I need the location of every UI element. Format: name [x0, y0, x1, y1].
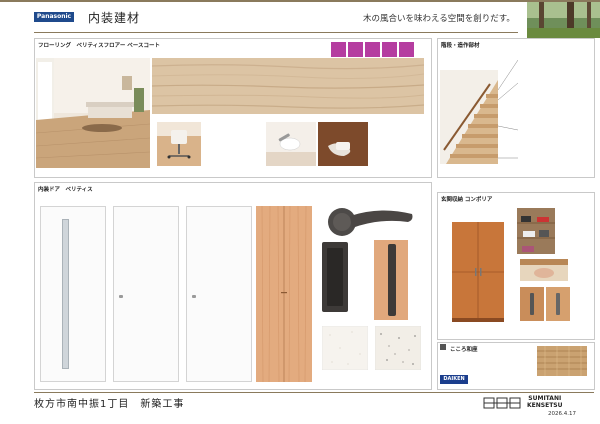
- feature-badge: [331, 42, 346, 57]
- door-plain-pa: [113, 206, 179, 382]
- bar-pull-handle: [374, 240, 408, 320]
- storage-title: 玄関収納 コンポリア: [441, 197, 493, 203]
- flooring-wood-sample: [152, 58, 424, 114]
- panasonic-logo: Panasonic: [34, 12, 74, 22]
- company-name-line2: KENSETSU: [527, 401, 563, 409]
- cabinet-handle-sample: [520, 287, 544, 321]
- tatami-square-icon: [440, 344, 446, 350]
- shoes-interior-photo: [517, 208, 555, 254]
- stairs-callout-lines: [498, 59, 518, 159]
- document-date: 2026.4.17: [548, 411, 576, 417]
- header-bar: [0, 0, 600, 2]
- project-title: 枚方市南中振1丁目 新築工事: [34, 399, 185, 410]
- door-glass-slit: [40, 206, 106, 382]
- cabinet-handle-sample-2: [546, 287, 570, 321]
- lever-handle: [328, 208, 413, 236]
- door-handle: [192, 295, 196, 298]
- footer-rule: [34, 392, 594, 393]
- floor-sample-white: [322, 326, 368, 370]
- storage-door-wood: [256, 206, 312, 382]
- tatami-title: こころ和座: [450, 347, 478, 353]
- cleaning-floor-photo: [266, 122, 316, 166]
- living-room-photo: [36, 58, 150, 168]
- feature-badge: [382, 42, 397, 57]
- flooring-title: フローリング ベリティスフロアー ベースコート: [38, 43, 160, 49]
- company-name: SUMITANI KENSETSU: [527, 395, 563, 409]
- feature-badge: [399, 42, 414, 57]
- daiken-logo: DAIKEN: [440, 375, 468, 384]
- entrance-cabinet: [452, 222, 504, 322]
- tatami-sample: [537, 346, 587, 376]
- stairs-title: 階段・造作部材: [441, 43, 480, 49]
- feature-badge: [365, 42, 380, 57]
- feature-badge: [348, 42, 363, 57]
- glass-slit: [62, 219, 69, 369]
- door-handle: [119, 295, 123, 298]
- flush-pull-handle: [322, 242, 348, 312]
- tagline: 木の風合いを味わえる空間を創りだす。: [363, 14, 515, 24]
- door-plain-ta: [186, 206, 252, 382]
- forest-photo: [527, 2, 600, 38]
- feature-badges: [331, 42, 431, 58]
- wipe-spill-photo: [318, 122, 368, 166]
- chair-on-floor-photo: [157, 122, 201, 166]
- staircase-photo: [440, 50, 498, 164]
- header-rule: [34, 32, 518, 33]
- page-title: 内装建材: [88, 11, 141, 25]
- brand-mark: [483, 397, 521, 409]
- hand-opening-photo: [520, 259, 568, 281]
- floor-sample-speckle: [375, 326, 421, 370]
- doors-title: 内装ドア ベリティス: [38, 187, 93, 193]
